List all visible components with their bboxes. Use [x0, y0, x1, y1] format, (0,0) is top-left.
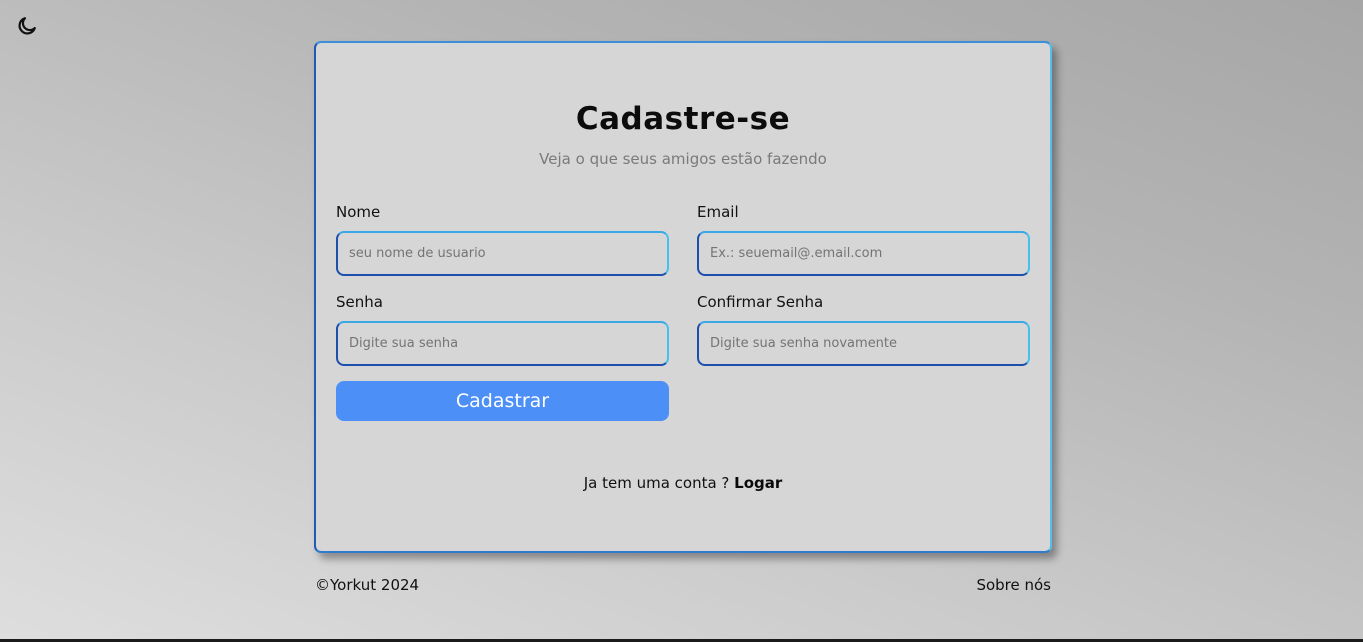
page-title: Cadastre-se	[575, 101, 791, 137]
cadastrar-button[interactable]: Cadastrar	[336, 381, 669, 421]
senha-input[interactable]	[336, 321, 669, 366]
senha-label: Senha	[336, 293, 383, 311]
email-input[interactable]	[697, 231, 1030, 276]
theme-toggle-button[interactable]	[15, 14, 39, 38]
email-label: Email	[697, 203, 739, 221]
confirmar-senha-label: Confirmar Senha	[697, 293, 824, 311]
signup-card: Cadastre-se Veja o que seus amigos estão…	[314, 41, 1052, 553]
page-subtitle: Veja o que seus amigos estão fazendo	[539, 150, 827, 168]
login-prompt: Ja tem uma conta ? Logar	[316, 474, 1050, 492]
nome-input[interactable]	[336, 231, 669, 276]
confirmar-senha-input[interactable]	[697, 321, 1030, 366]
moon-icon	[18, 17, 36, 35]
login-link[interactable]: Logar	[734, 474, 782, 492]
login-prompt-text: Ja tem uma conta ?	[583, 474, 735, 492]
footer-copyright: ©Yorkut 2024	[315, 576, 420, 594]
footer-about-link[interactable]: Sobre nós	[976, 576, 1051, 594]
nome-label: Nome	[336, 203, 381, 221]
